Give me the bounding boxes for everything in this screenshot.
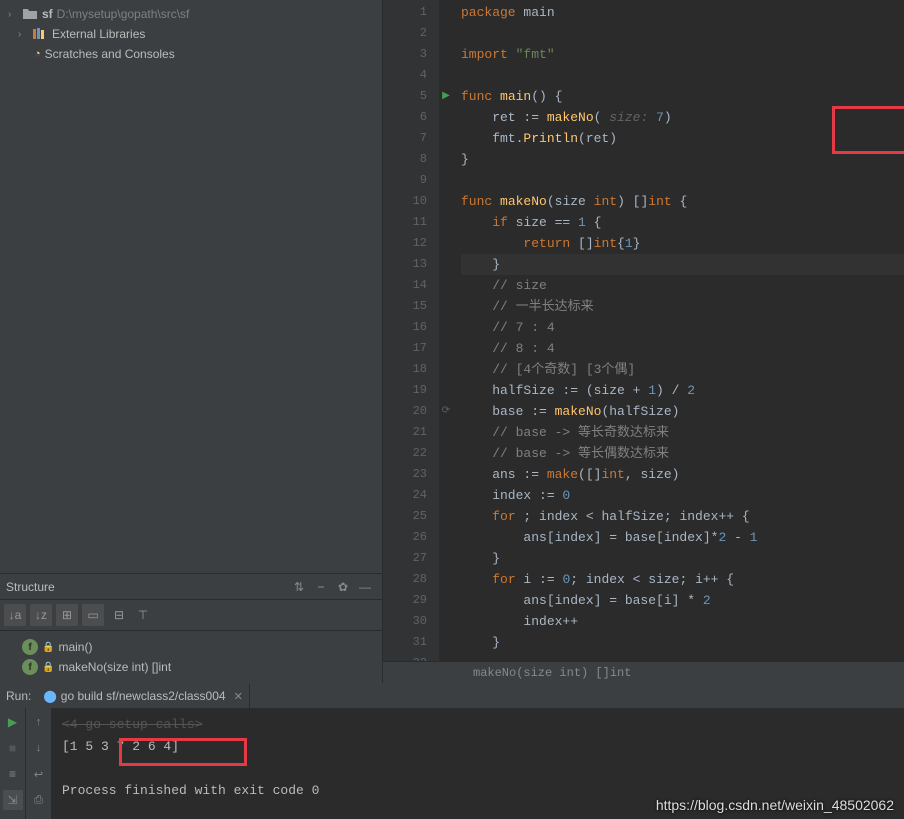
structure-title: Structure xyxy=(6,580,288,594)
scratches-row[interactable]: ◔ Scratches and Consoles xyxy=(0,44,382,64)
folder-icon xyxy=(22,7,38,21)
layout-button[interactable]: ≡ xyxy=(3,764,23,784)
scratches-icon: ◔ xyxy=(34,48,41,60)
print-icon[interactable]: ⎙ xyxy=(29,790,49,810)
wrap-icon[interactable]: ↩ xyxy=(29,764,49,784)
code-editor[interactable]: 1 2 3 4 5 6 7 8 9 10 11 12 13 14 15 16 1… xyxy=(383,0,904,683)
run-config-tab[interactable]: ⬤ go build sf/newclass2/class004 ✕ xyxy=(37,684,249,708)
chevron-right-icon[interactable]: › xyxy=(8,9,22,20)
structure-toolbar: ↓a ↓z ⊞ ▭ ⊟ ⊤ xyxy=(0,600,382,631)
external-libraries[interactable]: › External Libraries xyxy=(0,24,382,44)
external-libs-label: External Libraries xyxy=(52,27,145,41)
sort-alpha-icon[interactable]: ↓a xyxy=(4,604,26,626)
breadcrumb[interactable]: makeNo(size int) []int xyxy=(383,661,904,683)
down-icon[interactable]: ↓ xyxy=(29,738,49,758)
function-icon: f xyxy=(22,659,38,675)
stop-button[interactable]: ■ xyxy=(3,738,23,758)
sort-visibility-icon[interactable]: ↓z xyxy=(30,604,52,626)
structure-panel: Structure ⇅ ⎯ ✿ — ↓a ↓z ⊞ ▭ ⊟ ⊤ f xyxy=(0,573,382,683)
run-toolbar-secondary: ↑ ↓ ↩ ⎙ xyxy=(26,708,52,819)
project-name: sf xyxy=(42,7,53,21)
project-path: D:\mysetup\gopath\src\sf xyxy=(57,7,190,21)
code-content[interactable]: package main import "fmt" func main() { … xyxy=(439,0,904,683)
scratches-label: Scratches and Consoles xyxy=(45,47,175,61)
structure-header: Structure ⇅ ⎯ ✿ — xyxy=(0,574,382,600)
structure-item-label: makeNo(size int) []int xyxy=(58,660,171,674)
watermark: https://blog.csdn.net/weixin_48502062 xyxy=(656,797,894,813)
structure-item-main[interactable]: f 🔒 main() xyxy=(0,637,382,657)
run-tab-label: go build sf/newclass2/class004 xyxy=(61,689,226,703)
output-line: [1 5 3 7 2 6 4] xyxy=(62,736,894,758)
libraries-icon xyxy=(32,27,48,41)
structure-item-label: main() xyxy=(58,640,92,654)
gear-icon[interactable]: ✿ xyxy=(332,580,354,594)
lock-icon: 🔒 xyxy=(42,662,54,673)
hide-icon[interactable]: — xyxy=(354,580,376,594)
project-tree[interactable]: › sf D:\mysetup\gopath\src\sf › External… xyxy=(0,0,382,573)
expand-button[interactable]: ⇲ xyxy=(3,790,23,810)
expand-all-icon[interactable]: ⊞ xyxy=(56,604,78,626)
line-gutter[interactable]: 1 2 3 4 5 6 7 8 9 10 11 12 13 14 15 16 1… xyxy=(383,0,439,683)
structure-item-makeno[interactable]: f 🔒 makeNo(size int) []int xyxy=(0,657,382,677)
lock-icon: 🔒 xyxy=(42,642,54,653)
project-root[interactable]: › sf D:\mysetup\gopath\src\sf xyxy=(0,4,382,24)
function-icon: f xyxy=(22,639,38,655)
go-icon: ⬤ xyxy=(43,689,56,703)
run-label: Run: xyxy=(6,689,31,703)
chevron-right-icon[interactable]: › xyxy=(18,29,32,40)
collapse-icon[interactable]: ⎯ xyxy=(310,579,332,594)
close-icon[interactable]: ✕ xyxy=(234,690,243,703)
breadcrumb-text: makeNo(size int) []int xyxy=(473,666,631,680)
autoscroll2-icon[interactable]: ⊤ xyxy=(132,604,154,626)
run-toolbar-primary: ▶ ■ ≡ ⇲ xyxy=(0,708,26,819)
setup-calls-line: <4 go setup calls> xyxy=(62,714,894,736)
rerun-button[interactable]: ▶ xyxy=(3,712,23,732)
up-icon[interactable]: ↑ xyxy=(29,712,49,732)
group-icon[interactable]: ▭ xyxy=(82,604,104,626)
autoscroll-icon[interactable]: ⊟ xyxy=(108,604,130,626)
run-header: Run: ⬤ go build sf/newclass2/class004 ✕ xyxy=(0,684,904,708)
structure-body: f 🔒 main() f 🔒 makeNo(size int) []int xyxy=(0,631,382,683)
filter-icon[interactable]: ⇅ xyxy=(288,580,310,594)
